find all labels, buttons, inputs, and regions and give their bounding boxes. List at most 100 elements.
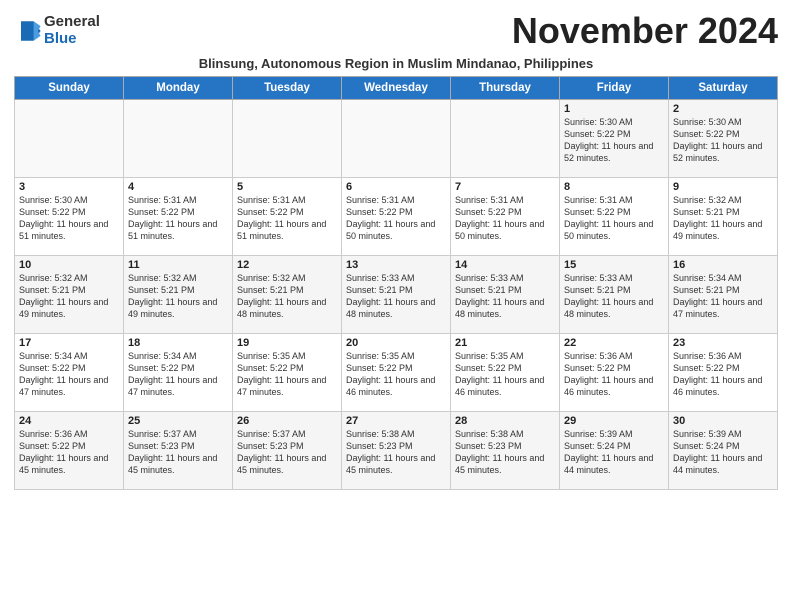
day-info: Sunrise: 5:33 AM Sunset: 5:21 PM Dayligh… — [346, 272, 446, 321]
day-info: Sunrise: 5:34 AM Sunset: 5:22 PM Dayligh… — [19, 350, 119, 399]
calendar-header-row: Sunday Monday Tuesday Wednesday Thursday… — [15, 77, 778, 100]
day-info: Sunrise: 5:31 AM Sunset: 5:22 PM Dayligh… — [455, 194, 555, 243]
day-info: Sunrise: 5:34 AM Sunset: 5:22 PM Dayligh… — [128, 350, 228, 399]
day-info: Sunrise: 5:39 AM Sunset: 5:24 PM Dayligh… — [564, 428, 664, 477]
calendar-week-5: 24Sunrise: 5:36 AM Sunset: 5:22 PM Dayli… — [15, 412, 778, 490]
day-number: 19 — [237, 337, 337, 349]
day-number: 6 — [346, 181, 446, 193]
calendar-cell: 2Sunrise: 5:30 AM Sunset: 5:22 PM Daylig… — [669, 100, 778, 178]
col-sunday: Sunday — [15, 77, 124, 100]
calendar-cell: 9Sunrise: 5:32 AM Sunset: 5:21 PM Daylig… — [669, 178, 778, 256]
calendar-cell: 29Sunrise: 5:39 AM Sunset: 5:24 PM Dayli… — [560, 412, 669, 490]
day-number: 15 — [564, 259, 664, 271]
calendar-cell: 26Sunrise: 5:37 AM Sunset: 5:23 PM Dayli… — [233, 412, 342, 490]
day-info: Sunrise: 5:31 AM Sunset: 5:22 PM Dayligh… — [346, 194, 446, 243]
day-number: 4 — [128, 181, 228, 193]
calendar-cell: 18Sunrise: 5:34 AM Sunset: 5:22 PM Dayli… — [124, 334, 233, 412]
col-saturday: Saturday — [669, 77, 778, 100]
calendar-cell: 30Sunrise: 5:39 AM Sunset: 5:24 PM Dayli… — [669, 412, 778, 490]
day-number: 5 — [237, 181, 337, 193]
day-info: Sunrise: 5:38 AM Sunset: 5:23 PM Dayligh… — [455, 428, 555, 477]
day-info: Sunrise: 5:36 AM Sunset: 5:22 PM Dayligh… — [673, 350, 773, 399]
day-number: 28 — [455, 415, 555, 427]
day-info: Sunrise: 5:31 AM Sunset: 5:22 PM Dayligh… — [128, 194, 228, 243]
day-info: Sunrise: 5:35 AM Sunset: 5:22 PM Dayligh… — [237, 350, 337, 399]
logo-blue-text: Blue — [44, 31, 100, 48]
day-number: 20 — [346, 337, 446, 349]
logo: General Blue — [14, 14, 100, 47]
day-info: Sunrise: 5:35 AM Sunset: 5:22 PM Dayligh… — [346, 350, 446, 399]
logo-general-text: General — [44, 14, 100, 31]
day-info: Sunrise: 5:35 AM Sunset: 5:22 PM Dayligh… — [455, 350, 555, 399]
day-info: Sunrise: 5:32 AM Sunset: 5:21 PM Dayligh… — [237, 272, 337, 321]
day-number: 3 — [19, 181, 119, 193]
day-info: Sunrise: 5:39 AM Sunset: 5:24 PM Dayligh… — [673, 428, 773, 477]
calendar-cell: 6Sunrise: 5:31 AM Sunset: 5:22 PM Daylig… — [342, 178, 451, 256]
calendar-page: General Blue November 2024 Blinsung, Aut… — [0, 0, 792, 498]
day-number: 21 — [455, 337, 555, 349]
calendar-cell — [451, 100, 560, 178]
calendar-cell: 27Sunrise: 5:38 AM Sunset: 5:23 PM Dayli… — [342, 412, 451, 490]
calendar-week-2: 3Sunrise: 5:30 AM Sunset: 5:22 PM Daylig… — [15, 178, 778, 256]
day-number: 2 — [673, 103, 773, 115]
col-wednesday: Wednesday — [342, 77, 451, 100]
day-info: Sunrise: 5:30 AM Sunset: 5:22 PM Dayligh… — [564, 116, 664, 165]
day-number: 12 — [237, 259, 337, 271]
calendar-cell: 25Sunrise: 5:37 AM Sunset: 5:23 PM Dayli… — [124, 412, 233, 490]
day-number: 17 — [19, 337, 119, 349]
day-number: 9 — [673, 181, 773, 193]
calendar-week-1: 1Sunrise: 5:30 AM Sunset: 5:22 PM Daylig… — [15, 100, 778, 178]
col-friday: Friday — [560, 77, 669, 100]
day-info: Sunrise: 5:33 AM Sunset: 5:21 PM Dayligh… — [455, 272, 555, 321]
calendar-cell: 15Sunrise: 5:33 AM Sunset: 5:21 PM Dayli… — [560, 256, 669, 334]
calendar-cell: 7Sunrise: 5:31 AM Sunset: 5:22 PM Daylig… — [451, 178, 560, 256]
calendar-cell: 3Sunrise: 5:30 AM Sunset: 5:22 PM Daylig… — [15, 178, 124, 256]
calendar-cell — [124, 100, 233, 178]
day-number: 27 — [346, 415, 446, 427]
day-info: Sunrise: 5:30 AM Sunset: 5:22 PM Dayligh… — [19, 194, 119, 243]
calendar-cell: 16Sunrise: 5:34 AM Sunset: 5:21 PM Dayli… — [669, 256, 778, 334]
day-number: 13 — [346, 259, 446, 271]
day-info: Sunrise: 5:36 AM Sunset: 5:22 PM Dayligh… — [19, 428, 119, 477]
month-title: November 2024 — [512, 10, 778, 52]
day-info: Sunrise: 5:33 AM Sunset: 5:21 PM Dayligh… — [564, 272, 664, 321]
calendar-cell: 20Sunrise: 5:35 AM Sunset: 5:22 PM Dayli… — [342, 334, 451, 412]
calendar-cell: 12Sunrise: 5:32 AM Sunset: 5:21 PM Dayli… — [233, 256, 342, 334]
calendar-week-3: 10Sunrise: 5:32 AM Sunset: 5:21 PM Dayli… — [15, 256, 778, 334]
calendar-cell — [342, 100, 451, 178]
logo-icon — [14, 17, 42, 45]
day-number: 22 — [564, 337, 664, 349]
day-number: 18 — [128, 337, 228, 349]
day-info: Sunrise: 5:34 AM Sunset: 5:21 PM Dayligh… — [673, 272, 773, 321]
calendar-cell: 14Sunrise: 5:33 AM Sunset: 5:21 PM Dayli… — [451, 256, 560, 334]
header: General Blue November 2024 — [14, 10, 778, 52]
calendar-cell: 17Sunrise: 5:34 AM Sunset: 5:22 PM Dayli… — [15, 334, 124, 412]
day-number: 10 — [19, 259, 119, 271]
day-number: 11 — [128, 259, 228, 271]
calendar-cell: 19Sunrise: 5:35 AM Sunset: 5:22 PM Dayli… — [233, 334, 342, 412]
calendar-cell: 28Sunrise: 5:38 AM Sunset: 5:23 PM Dayli… — [451, 412, 560, 490]
calendar-cell: 24Sunrise: 5:36 AM Sunset: 5:22 PM Dayli… — [15, 412, 124, 490]
day-info: Sunrise: 5:30 AM Sunset: 5:22 PM Dayligh… — [673, 116, 773, 165]
calendar-cell: 11Sunrise: 5:32 AM Sunset: 5:21 PM Dayli… — [124, 256, 233, 334]
calendar-cell: 10Sunrise: 5:32 AM Sunset: 5:21 PM Dayli… — [15, 256, 124, 334]
calendar-cell: 21Sunrise: 5:35 AM Sunset: 5:22 PM Dayli… — [451, 334, 560, 412]
day-info: Sunrise: 5:37 AM Sunset: 5:23 PM Dayligh… — [237, 428, 337, 477]
day-info: Sunrise: 5:32 AM Sunset: 5:21 PM Dayligh… — [673, 194, 773, 243]
calendar-cell: 8Sunrise: 5:31 AM Sunset: 5:22 PM Daylig… — [560, 178, 669, 256]
day-info: Sunrise: 5:31 AM Sunset: 5:22 PM Dayligh… — [564, 194, 664, 243]
day-number: 23 — [673, 337, 773, 349]
day-number: 16 — [673, 259, 773, 271]
calendar-week-4: 17Sunrise: 5:34 AM Sunset: 5:22 PM Dayli… — [15, 334, 778, 412]
day-number: 14 — [455, 259, 555, 271]
day-info: Sunrise: 5:38 AM Sunset: 5:23 PM Dayligh… — [346, 428, 446, 477]
calendar-body: 1Sunrise: 5:30 AM Sunset: 5:22 PM Daylig… — [15, 100, 778, 490]
calendar-table: Sunday Monday Tuesday Wednesday Thursday… — [14, 76, 778, 490]
calendar-cell: 23Sunrise: 5:36 AM Sunset: 5:22 PM Dayli… — [669, 334, 778, 412]
day-info: Sunrise: 5:32 AM Sunset: 5:21 PM Dayligh… — [19, 272, 119, 321]
calendar-cell: 13Sunrise: 5:33 AM Sunset: 5:21 PM Dayli… — [342, 256, 451, 334]
day-number: 25 — [128, 415, 228, 427]
col-monday: Monday — [124, 77, 233, 100]
col-tuesday: Tuesday — [233, 77, 342, 100]
day-info: Sunrise: 5:36 AM Sunset: 5:22 PM Dayligh… — [564, 350, 664, 399]
